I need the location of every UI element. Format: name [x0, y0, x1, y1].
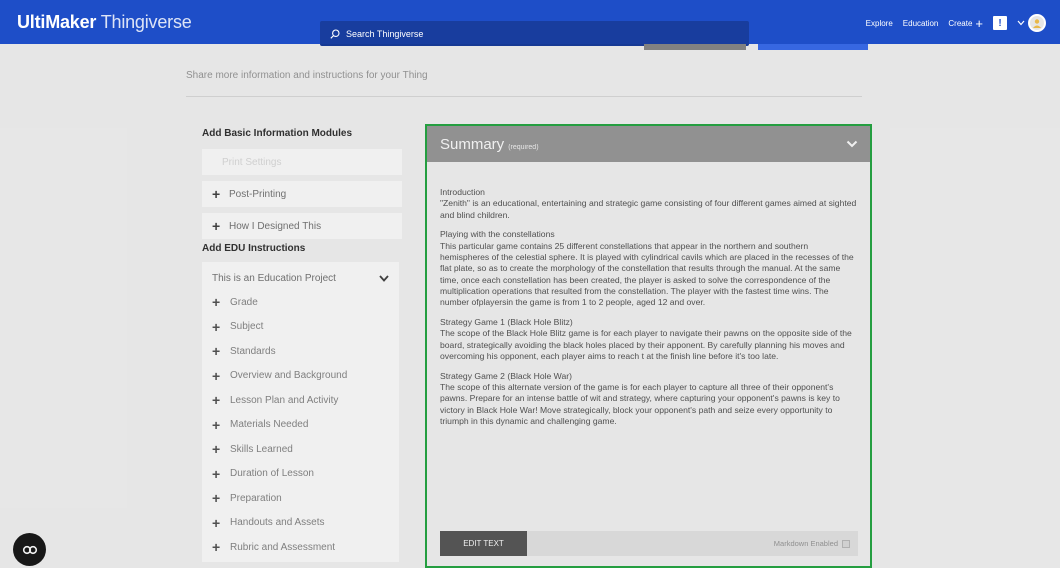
edu-item-skills[interactable]: + Skills Learned: [202, 437, 399, 462]
notification-icon[interactable]: !: [993, 16, 1007, 30]
plus-icon: +: [212, 218, 221, 234]
edu-item-grade[interactable]: + Grade: [202, 290, 399, 315]
edu-item-lesson-plan[interactable]: + Lesson Plan and Activity: [202, 388, 399, 413]
divider: [186, 96, 862, 97]
edu-item-label: Materials Needed: [230, 419, 309, 431]
markdown-enabled-toggle[interactable]: Markdown Enabled: [774, 539, 858, 548]
plus-icon: +: [212, 490, 221, 507]
edu-item-handouts[interactable]: + Handouts and Assets: [202, 511, 399, 536]
plus-icon: +: [212, 392, 221, 409]
edu-item-label: Rubric and Assessment: [230, 541, 336, 553]
summary-text[interactable]: Introduction "Zenith" is an educational, …: [427, 162, 870, 427]
plus-icon: +: [212, 318, 221, 335]
markdown-checkbox[interactable]: [842, 539, 850, 548]
edu-item-preparation[interactable]: + Preparation: [202, 486, 399, 511]
plus-icon: +: [975, 15, 983, 31]
summary-footer: EDIT TEXT Markdown Enabled: [440, 531, 858, 556]
module-label: Print Settings: [222, 156, 282, 168]
nav-create-label: Create: [948, 18, 973, 28]
edu-item-label: Overview and Background: [230, 370, 348, 382]
search-icon: [330, 28, 340, 39]
plus-icon: +: [212, 294, 221, 311]
edu-item-subject[interactable]: + Subject: [202, 315, 399, 340]
summary-header[interactable]: Summary (required): [427, 126, 870, 162]
summary-paragraph: Introduction "Zenith" is an educational, …: [440, 187, 857, 220]
module-how-i-designed-this[interactable]: + How I Designed This: [202, 213, 402, 239]
edu-item-label: Lesson Plan and Activity: [230, 394, 339, 406]
edu-instructions-title: Add EDU Instructions: [202, 243, 306, 254]
user-menu[interactable]: [1017, 14, 1046, 32]
edu-item-label: Preparation: [230, 492, 282, 504]
summary-panel: Summary (required) Introduction "Zenith" i…: [425, 124, 872, 568]
nav-education-link[interactable]: Education: [903, 19, 939, 28]
search-placeholder: Search Thingiverse: [346, 28, 424, 39]
plus-icon: +: [212, 514, 221, 531]
module-label: Post-Printing: [229, 188, 287, 200]
edu-item-duration[interactable]: + Duration of Lesson: [202, 462, 399, 487]
basic-modules-title: Add Basic Information Modules: [202, 128, 353, 139]
search-input[interactable]: Search Thingiverse: [320, 21, 749, 46]
nav-create-button[interactable]: Create +: [948, 16, 983, 31]
edu-item-label: Duration of Lesson: [230, 468, 314, 480]
plus-icon: +: [212, 416, 221, 433]
floating-help-button[interactable]: [13, 533, 46, 566]
summary-paragraph: Playing with the constellations This part…: [440, 229, 854, 308]
plus-icon: +: [212, 539, 221, 556]
plus-icon: +: [212, 441, 221, 458]
tab-stub-primary[interactable]: [758, 44, 868, 50]
modules-column: Add Basic Information Modules Print Sett…: [202, 128, 402, 562]
edu-item-label: Skills Learned: [230, 443, 293, 455]
summary-paragraph: Strategy Game 2 (Black Hole War) The scop…: [440, 370, 840, 426]
edu-item-label: Handouts and Assets: [230, 517, 325, 529]
required-label: (required): [508, 143, 539, 151]
edu-item-overview[interactable]: + Overview and Background: [202, 364, 399, 389]
edu-item-standards[interactable]: + Standards: [202, 339, 399, 364]
chevron-down-icon: [1017, 20, 1025, 26]
module-print-settings: Print Settings: [202, 149, 402, 175]
nav-explore-link[interactable]: Explore: [866, 19, 893, 28]
avatar: [1028, 14, 1046, 32]
summary-paragraph: Strategy Game 1 (Black Hole Blitz) The sc…: [440, 316, 852, 361]
plus-icon: +: [212, 186, 221, 202]
tab-stub-secondary[interactable]: [644, 44, 746, 50]
education-project-select[interactable]: This is an Education Project: [202, 266, 399, 290]
section-intro-text: Share more information and instructions …: [186, 70, 428, 81]
markdown-label: Markdown Enabled: [773, 539, 838, 548]
plus-icon: +: [212, 367, 221, 384]
top-navigation-bar: UltiMaker Thingiverse Search Thingiverse…: [0, 0, 1060, 46]
edu-item-label: Grade: [230, 296, 258, 308]
edu-item-more[interactable]: +: [202, 560, 399, 563]
edu-item-label: Subject: [230, 321, 264, 333]
site-logo[interactable]: UltiMaker Thingiverse: [17, 12, 192, 33]
chevron-down-icon: [379, 274, 389, 282]
cc-icon: [22, 545, 37, 554]
module-post-printing[interactable]: + Post-Printing: [202, 181, 402, 207]
edu-item-rubric[interactable]: + Rubric and Assessment: [202, 535, 399, 560]
module-label: How I Designed This: [229, 220, 322, 232]
edu-item-label: Standards: [230, 345, 276, 357]
plus-icon: +: [212, 465, 221, 482]
edu-instructions-panel: This is an Education Project + Grade + Sub…: [202, 262, 399, 562]
chevron-down-icon[interactable]: [846, 140, 858, 148]
edu-item-materials[interactable]: + Materials Needed: [202, 413, 399, 438]
education-project-select-label: This is an Education Project: [212, 272, 336, 284]
plus-icon: +: [212, 343, 221, 360]
summary-title: Summary (required): [440, 135, 539, 153]
edit-text-button[interactable]: EDIT TEXT: [440, 531, 527, 556]
